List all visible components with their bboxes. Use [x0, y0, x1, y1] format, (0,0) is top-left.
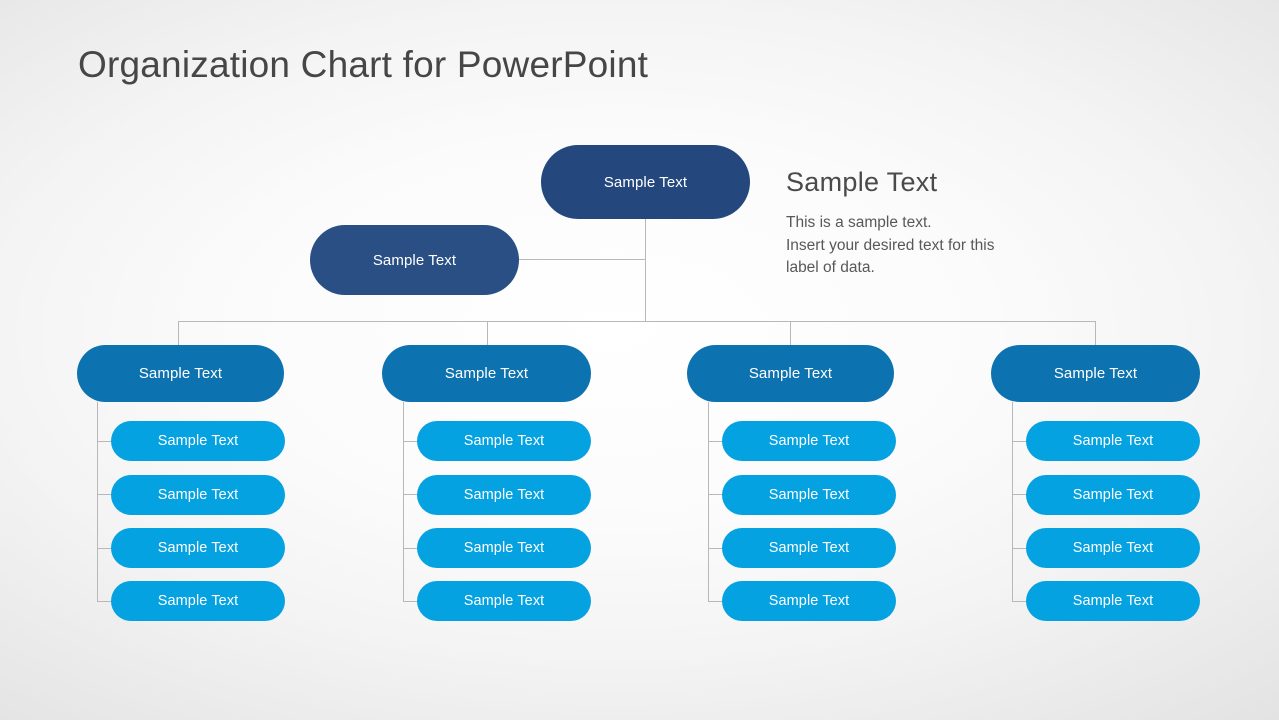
annotation-heading: Sample Text: [786, 167, 938, 197]
org-node-branch-3[interactable]: Sample Text: [687, 345, 894, 402]
org-node-leaf-2-4[interactable]: Sample Text: [417, 581, 591, 621]
org-node-leaf-4-2[interactable]: Sample Text: [1026, 475, 1200, 515]
connector-drop-branch-1: [178, 321, 179, 345]
org-node-leaf-3-3[interactable]: Sample Text: [722, 528, 896, 568]
connector-drop-branch-2: [487, 321, 488, 345]
org-node-leaf-1-1[interactable]: Sample Text: [111, 421, 285, 461]
org-node-branch-1[interactable]: Sample Text: [77, 345, 284, 402]
org-node-leaf-2-3[interactable]: Sample Text: [417, 528, 591, 568]
annotation-body-line-2: Insert your desired text for this: [786, 236, 995, 254]
connector-root-stem: [645, 219, 646, 321]
org-node-branch-2[interactable]: Sample Text: [382, 345, 591, 402]
org-node-leaf-3-4[interactable]: Sample Text: [722, 581, 896, 621]
annotation-panel: Sample Text This is a sample text. Inser…: [786, 167, 1066, 280]
org-node-leaf-2-1[interactable]: Sample Text: [417, 421, 591, 461]
connector-trunk: [178, 321, 1096, 322]
connector-drop-branch-3: [790, 321, 791, 345]
connector-drop-branch-4: [1095, 321, 1096, 345]
connector-spine-branch-2: [403, 402, 404, 601]
connector-spine-branch-4: [1012, 402, 1013, 601]
connector-assistant: [518, 259, 646, 260]
org-node-leaf-4-4[interactable]: Sample Text: [1026, 581, 1200, 621]
connector-spine-branch-1: [97, 402, 98, 601]
slide-canvas: Organization Chart for PowerPoint Sample…: [0, 0, 1279, 720]
annotation-body-line-3: label of data.: [786, 259, 875, 276]
page-title: Organization Chart for PowerPoint: [78, 44, 649, 85]
org-node-leaf-1-3[interactable]: Sample Text: [111, 528, 285, 568]
org-node-leaf-4-1[interactable]: Sample Text: [1026, 421, 1200, 461]
org-node-assistant[interactable]: Sample Text: [310, 225, 519, 295]
org-node-leaf-2-2[interactable]: Sample Text: [417, 475, 591, 515]
org-node-branch-4[interactable]: Sample Text: [991, 345, 1200, 402]
org-node-root[interactable]: Sample Text: [541, 145, 750, 219]
org-node-leaf-4-3[interactable]: Sample Text: [1026, 528, 1200, 568]
org-node-leaf-3-1[interactable]: Sample Text: [722, 421, 896, 461]
org-node-leaf-1-4[interactable]: Sample Text: [111, 581, 285, 621]
org-node-leaf-3-2[interactable]: Sample Text: [722, 475, 896, 515]
annotation-body: This is a sample text. Insert your desir…: [786, 212, 1066, 280]
connector-spine-branch-3: [708, 402, 709, 601]
org-node-leaf-1-2[interactable]: Sample Text: [111, 475, 285, 515]
annotation-body-line-1: This is a sample text.: [786, 214, 932, 231]
